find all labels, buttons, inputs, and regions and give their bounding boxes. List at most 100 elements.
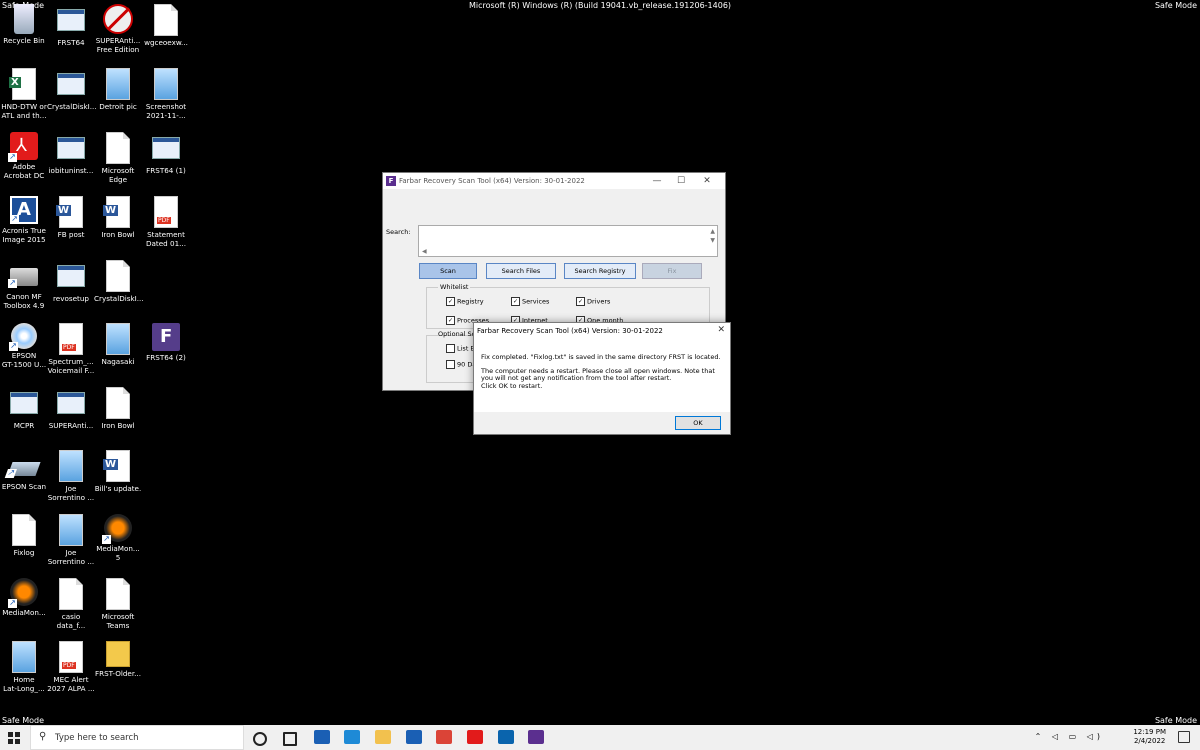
scroll-left-icon[interactable]: ◀ <box>422 248 427 255</box>
recycle-bin-icon <box>14 4 34 34</box>
checkbox-icon[interactable]: ✓ <box>511 297 520 306</box>
store-icon[interactable] <box>314 730 330 744</box>
desktop-icon[interactable]: SUPERAnti... Free Edition <box>94 4 142 54</box>
frst-taskbar-icon[interactable] <box>528 730 544 744</box>
chrome-icon[interactable] <box>436 730 452 744</box>
desktop-icon-label: Canon MF Toolbox 4.9 <box>3 292 45 310</box>
desktop-icon[interactable]: FB post <box>47 196 95 239</box>
checkbox-icon[interactable]: ✓ <box>446 297 455 306</box>
scroll-down-icon[interactable]: ▼ <box>710 237 715 244</box>
frst-app-icon: F <box>386 176 396 186</box>
checkbox-icon[interactable]: ✓ <box>446 316 455 325</box>
desktop-icon[interactable]: HND-DTW or ATL and th... <box>0 68 48 120</box>
desktop-icon[interactable]: Microsoft Edge <box>94 132 142 184</box>
search-input[interactable]: ▲ ▼ ◀ <box>418 225 718 257</box>
dialog-close-button[interactable]: ✕ <box>717 325 725 335</box>
scan-button[interactable]: Scan <box>419 263 477 279</box>
desktop-icon-label: Home Lat-Long_... <box>3 675 45 693</box>
word-file-icon <box>56 196 83 228</box>
desktop-icon[interactable]: Spectrum_... Voicemail F... <box>47 323 95 375</box>
desktop-icon[interactable]: Fixlog <box>0 514 48 557</box>
notification-center-icon[interactable] <box>1178 731 1190 743</box>
desktop-icon[interactable]: Iron Bowl <box>94 196 142 239</box>
text-file-icon <box>106 387 130 419</box>
app-window-icon <box>57 137 85 159</box>
desktop-icon[interactable]: Joe Sorrentino ... <box>47 514 95 566</box>
image-file-icon <box>154 68 178 100</box>
close-button[interactable]: ✕ <box>695 175 719 187</box>
search-files-button[interactable]: Search Files <box>486 263 556 279</box>
desktop-icon[interactable]: Acronis True Image 2015 <box>0 196 48 244</box>
desktop-icon[interactable]: Detroit pic <box>94 68 142 111</box>
system-tray-icons[interactable]: ⌃ ◁ ▭ ◁) <box>1035 732 1104 741</box>
desktop-icon[interactable]: casio data_f... <box>47 578 95 630</box>
checkbox-drivers[interactable]: ✓ Drivers <box>576 297 610 306</box>
minimize-button[interactable]: — <box>645 175 669 187</box>
taskbar-search-box[interactable]: ⚲ Type here to search <box>30 725 244 750</box>
desktop-icon[interactable]: wgceoexw... <box>142 4 190 47</box>
desktop-icon[interactable]: SUPERAnti... <box>47 387 95 430</box>
checkbox-icon[interactable] <box>446 360 455 369</box>
desktop-icon[interactable]: Joe Sorrentino ... <box>47 450 95 502</box>
word-file-icon <box>103 450 130 482</box>
desktop-icon[interactable]: MCPR <box>0 387 48 430</box>
desktop-icon[interactable]: FRST-Older... <box>94 641 142 678</box>
desktop-icon[interactable]: FRST64 <box>47 4 95 47</box>
task-view-icon[interactable] <box>283 732 297 746</box>
checkbox-services[interactable]: ✓ Services <box>511 297 549 306</box>
image-file-icon <box>59 450 83 482</box>
image-file-icon <box>106 68 130 100</box>
pdf-file-icon <box>59 323 83 355</box>
desktop-icon[interactable]: Recycle Bin <box>0 4 48 45</box>
file-explorer-icon[interactable] <box>375 730 391 744</box>
desktop-icon-label: EPSON GT-1500 U... <box>1 351 47 369</box>
acrobat-taskbar-icon[interactable] <box>467 730 483 744</box>
taskbar-search-placeholder: Type here to search <box>55 733 139 743</box>
desktop-icon[interactable]: MediaMon... 5 <box>94 514 142 562</box>
checkbox-registry[interactable]: ✓ Registry <box>446 297 484 306</box>
fix-button[interactable]: Fix <box>642 263 702 279</box>
dialog-line-restart: The computer needs a restart. Please clo… <box>481 366 715 382</box>
outlook-icon[interactable] <box>498 730 514 744</box>
desktop-icon[interactable]: EPSON GT-1500 U... <box>0 323 48 369</box>
safe-mode-label: Safe Mode <box>2 716 45 725</box>
word-file-icon <box>103 196 130 228</box>
desktop-icon[interactable]: EPSON Scan <box>0 450 48 491</box>
text-file-icon <box>59 578 83 610</box>
start-button[interactable] <box>8 732 20 744</box>
desktop-icon[interactable]: Screenshot 2021-11-... <box>142 68 190 120</box>
desktop-icon-label: MediaMon... 5 <box>96 544 140 562</box>
mail-icon[interactable] <box>406 730 422 744</box>
clock-date: 2/4/2022 <box>1133 737 1166 745</box>
scroll-up-icon[interactable]: ▲ <box>710 228 715 235</box>
desktop-icon[interactable]: Microsoft Teams <box>94 578 142 630</box>
desktop-icon[interactable]: MEC Alert 2027 ALPA ... <box>47 641 95 693</box>
desktop-icon[interactable]: iobituninst... <box>47 132 95 175</box>
desktop-icon[interactable]: CrystalDiskI... <box>47 68 97 111</box>
desktop-icon[interactable]: Iron Bowl <box>94 387 142 430</box>
desktop-icon[interactable]: Adobe Acrobat DC <box>0 132 48 180</box>
desktop-icon[interactable]: Bill's update. <box>94 450 142 493</box>
desktop-icon[interactable]: FRST64 (2) <box>142 323 190 362</box>
maximize-button[interactable]: ☐ <box>669 175 693 187</box>
cortana-icon[interactable] <box>253 732 267 746</box>
desktop-icon[interactable]: revosetup <box>47 260 95 303</box>
desktop-icon[interactable]: Nagasaki <box>94 323 142 366</box>
desktop-icon[interactable]: CrystalDiskI... <box>94 260 144 303</box>
windows-logo-icon <box>8 732 13 737</box>
ok-button[interactable]: OK <box>675 416 721 430</box>
desktop-icon[interactable]: FRST64 (1) <box>142 132 190 175</box>
checkbox-90-days[interactable]: 90 Da <box>446 360 476 369</box>
taskbar-clock[interactable]: 12:19 PM 2/4/2022 <box>1133 728 1166 746</box>
edge-icon[interactable] <box>344 730 360 744</box>
desktop-icon[interactable]: MediaMon... <box>0 578 48 617</box>
search-registry-button[interactable]: Search Registry <box>564 263 636 279</box>
desktop-icon[interactable]: Home Lat-Long_... <box>0 641 48 693</box>
desktop-icon[interactable]: Statement Dated 01... <box>142 196 190 248</box>
checkbox-icon[interactable]: ✓ <box>576 297 585 306</box>
checkbox-icon[interactable] <box>446 344 455 353</box>
app-window-icon <box>57 392 85 414</box>
desktop-icon[interactable]: Canon MF Toolbox 4.9 <box>0 260 48 310</box>
frst-titlebar[interactable]: F Farbar Recovery Scan Tool (x64) Versio… <box>383 173 725 189</box>
pdf-file-icon <box>59 641 83 673</box>
